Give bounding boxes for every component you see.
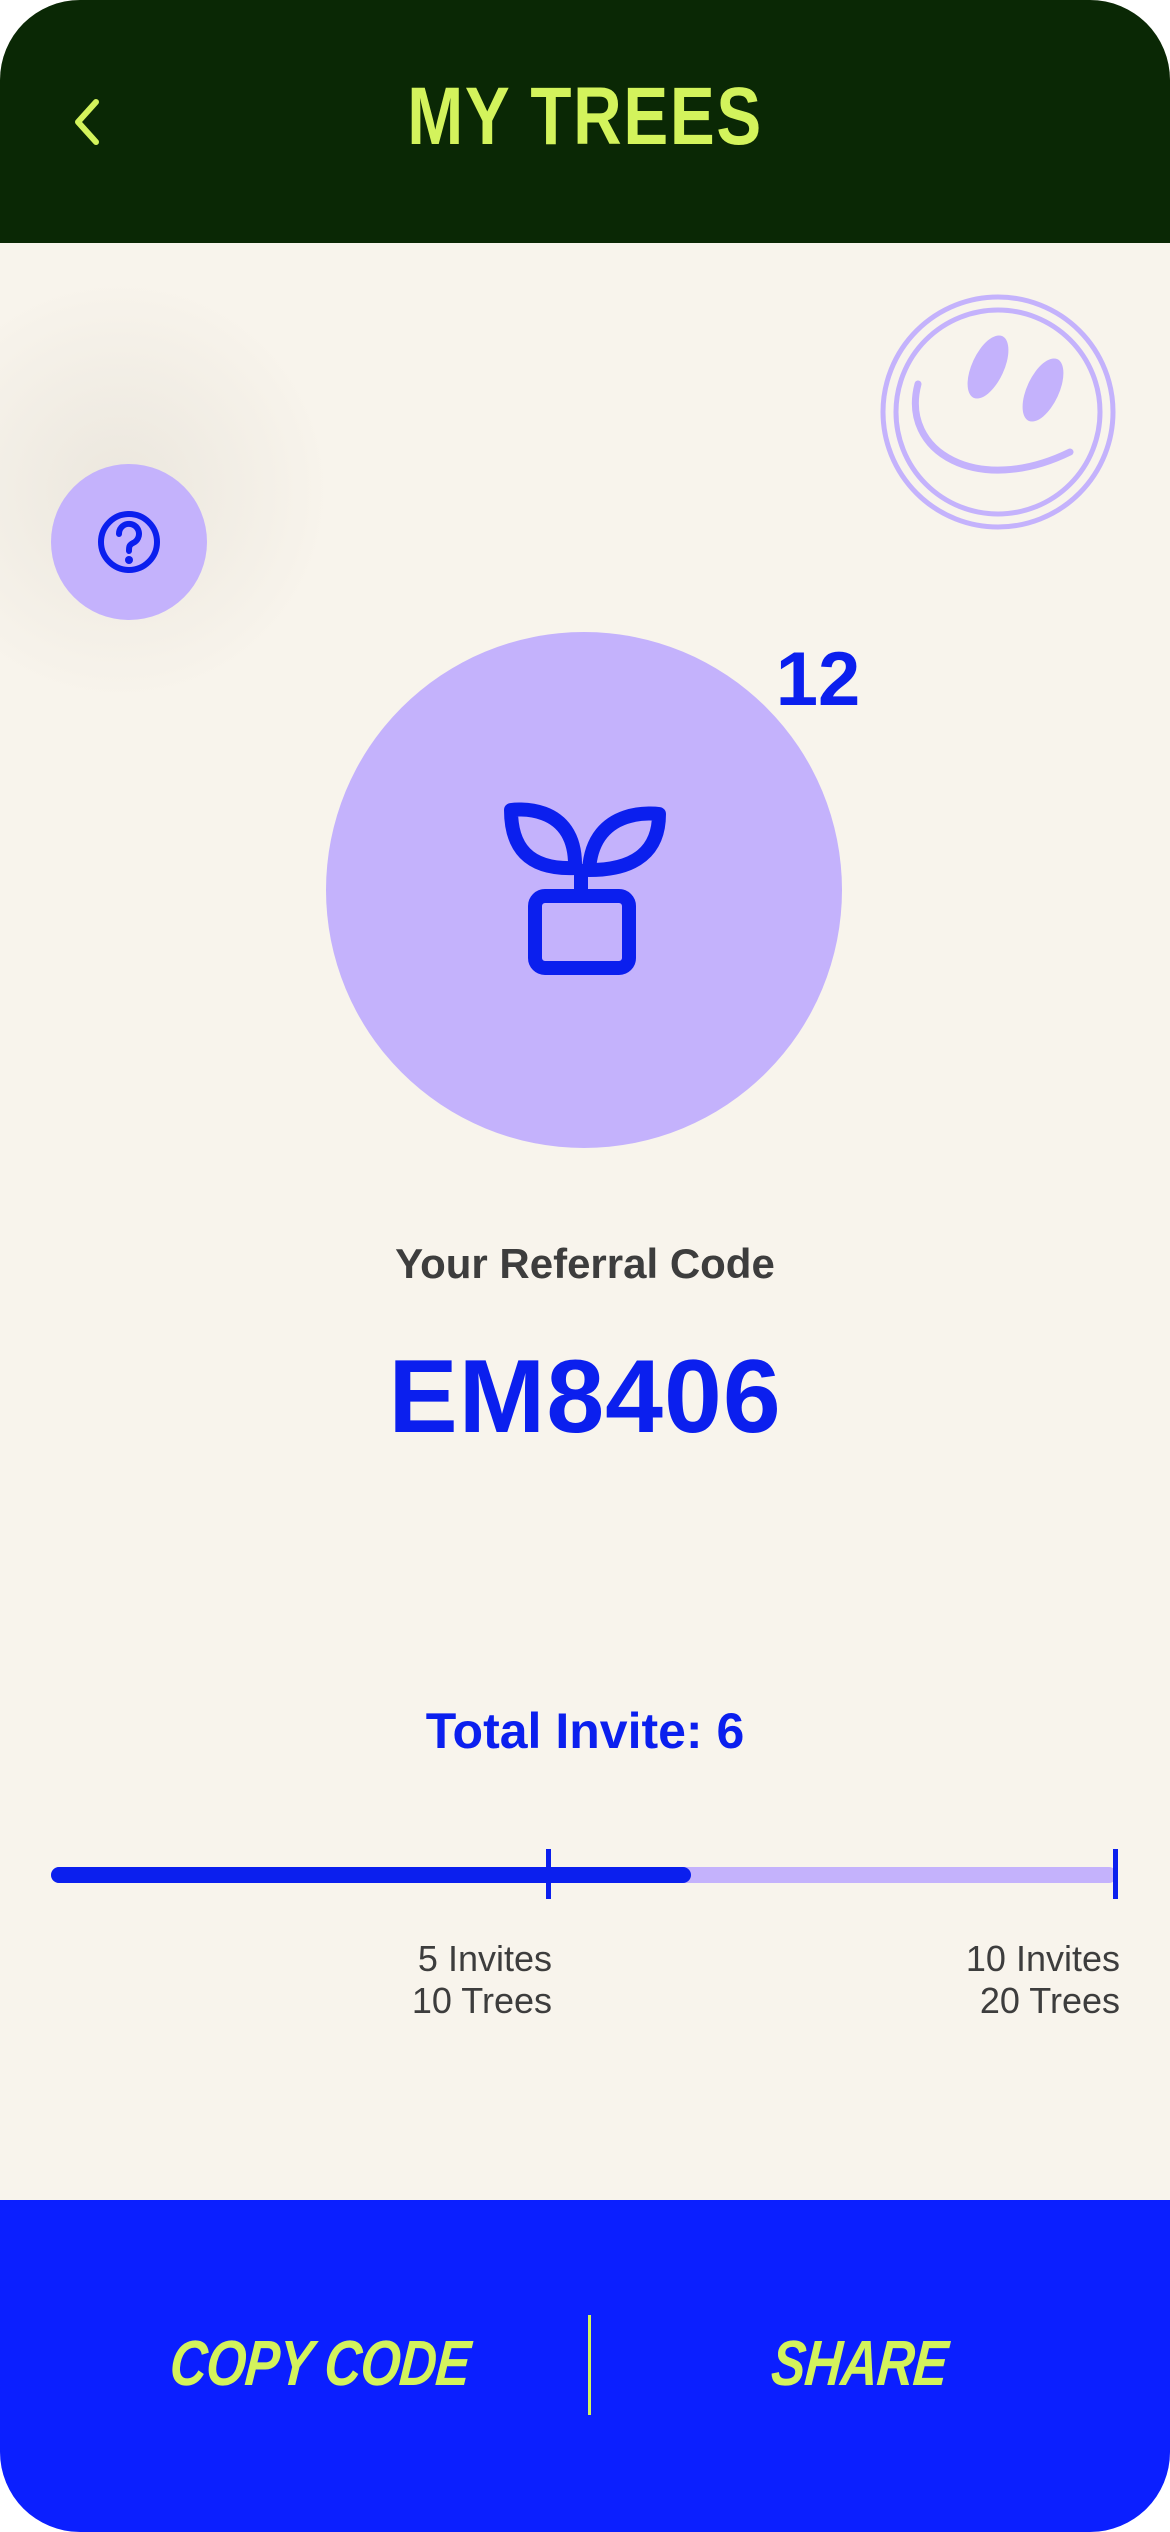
milestone-1: 5 Invites 10 Trees bbox=[352, 1938, 552, 2022]
referral-code: EM8406 bbox=[388, 1339, 782, 1455]
milestone-invites: 5 Invites bbox=[417, 1938, 552, 1979]
copy-code-button[interactable]: COPY CODE bbox=[80, 2308, 560, 2418]
help-button[interactable] bbox=[51, 464, 207, 620]
total-invite: Total Invite: 6 bbox=[425, 1703, 745, 1759]
plant-pot-icon bbox=[504, 802, 666, 975]
action-bar: COPY CODE SHARE bbox=[0, 2200, 1170, 2532]
my-trees-screen: MY TREES 12 Your Referral Code EM8406 To… bbox=[0, 0, 1170, 2532]
invite-progress-bar bbox=[51, 1867, 1117, 1883]
action-divider bbox=[588, 2315, 591, 2415]
milestone-trees: 10 Trees bbox=[411, 1980, 552, 2021]
tree-count: 12 bbox=[775, 637, 861, 722]
copy-code-label: COPY CODE bbox=[167, 2327, 473, 2399]
invite-progress-fill bbox=[51, 1867, 691, 1883]
milestone-tick bbox=[546, 1849, 551, 1899]
milestone-2: 10 Invites 20 Trees bbox=[880, 1938, 1120, 2022]
smiley-icon bbox=[880, 294, 1116, 530]
page-title: MY TREES bbox=[407, 71, 763, 162]
question-circle-icon bbox=[98, 511, 160, 573]
share-button[interactable]: SHARE bbox=[620, 2308, 1100, 2418]
milestone-tick bbox=[1113, 1849, 1118, 1899]
milestone-trees: 20 Trees bbox=[979, 1980, 1120, 2021]
referral-code-label: Your Referral Code bbox=[395, 1240, 775, 1287]
milestone-invites: 10 Invites bbox=[965, 1938, 1120, 1979]
top-header: MY TREES bbox=[0, 0, 1170, 243]
share-label: SHARE bbox=[769, 2327, 951, 2399]
